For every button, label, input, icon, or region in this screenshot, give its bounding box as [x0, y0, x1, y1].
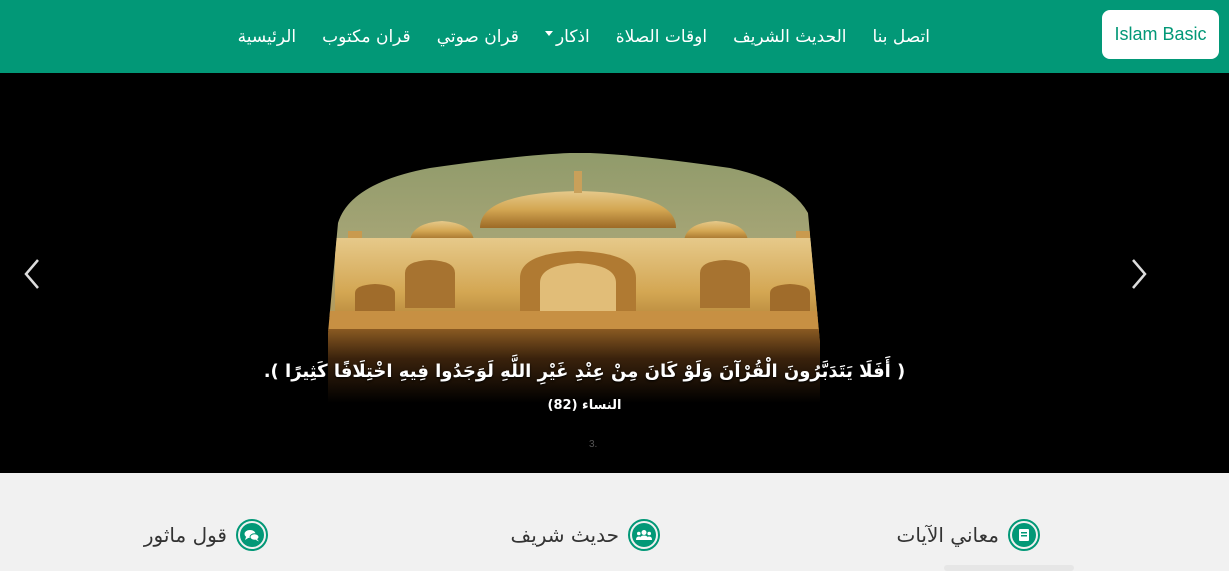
verse-text: ( أَفَلَا يَتَدَبَّرُونَ الْقُرْآنَ وَلَ… — [263, 361, 906, 382]
nav-item-label: الحديث الشريف — [733, 26, 847, 47]
nav-menu: الرئيسية قران مكتوب قران صوتي اذكار اوقا… — [225, 0, 943, 73]
nav-item-label: الرئيسية — [237, 26, 297, 47]
nav-item-label: اوقات الصلاة — [615, 26, 708, 47]
card-hadith[interactable]: حديث شريف — [510, 519, 660, 551]
carousel-prev-button[interactable] — [18, 256, 48, 292]
caret-down-icon — [544, 31, 553, 36]
nav-item-prayer-times[interactable]: اوقات الصلاة — [603, 27, 720, 47]
users-icon — [628, 519, 660, 551]
card-verse-meanings[interactable]: معاني الآيات — [896, 519, 1040, 551]
mosque-slide-image — [0, 73, 1229, 473]
nav-item-adhkar-dropdown[interactable]: اذكار — [532, 27, 603, 47]
nav-item-home[interactable]: الرئيسية — [225, 27, 310, 47]
chevron-right-icon — [1132, 259, 1147, 289]
carousel-indicator[interactable]: 3. — [589, 439, 597, 450]
card-shadow — [944, 565, 1074, 571]
features-section: معاني الآيات حديث شريف قول ماثور — [0, 473, 1229, 571]
book-icon — [1008, 519, 1040, 551]
brand-logo[interactable]: Islam Basic — [1102, 10, 1219, 59]
navbar: Islam Basic الرئيسية قران مكتوب قران صوت… — [0, 0, 1229, 73]
hero-carousel: ( أَفَلَا يَتَدَبَّرُونَ الْقُرْآنَ وَلَ… — [0, 73, 1229, 473]
nav-item-hadith[interactable]: الحديث الشريف — [720, 27, 859, 47]
chevron-left-icon — [24, 259, 39, 289]
comments-icon — [236, 519, 268, 551]
card-title: معاني الآيات — [896, 523, 1000, 547]
nav-item-label: قران مكتوب — [322, 26, 411, 47]
card-title: قول ماثور — [143, 523, 227, 547]
card-title: حديث شريف — [510, 523, 620, 547]
nav-item-label: اذكار — [555, 26, 590, 47]
nav-item-label: قران صوتي — [436, 26, 519, 47]
card-quotes[interactable]: قول ماثور — [144, 519, 268, 551]
nav-item-contact[interactable]: اتصل بنا — [859, 27, 943, 47]
carousel-next-button[interactable] — [1123, 256, 1153, 292]
nav-item-audio-quran[interactable]: قران صوتي — [424, 27, 532, 47]
nav-item-label: اتصل بنا — [872, 26, 930, 47]
verse-reference: النساء (82) — [547, 398, 622, 413]
nav-item-written-quran[interactable]: قران مكتوب — [309, 27, 424, 47]
